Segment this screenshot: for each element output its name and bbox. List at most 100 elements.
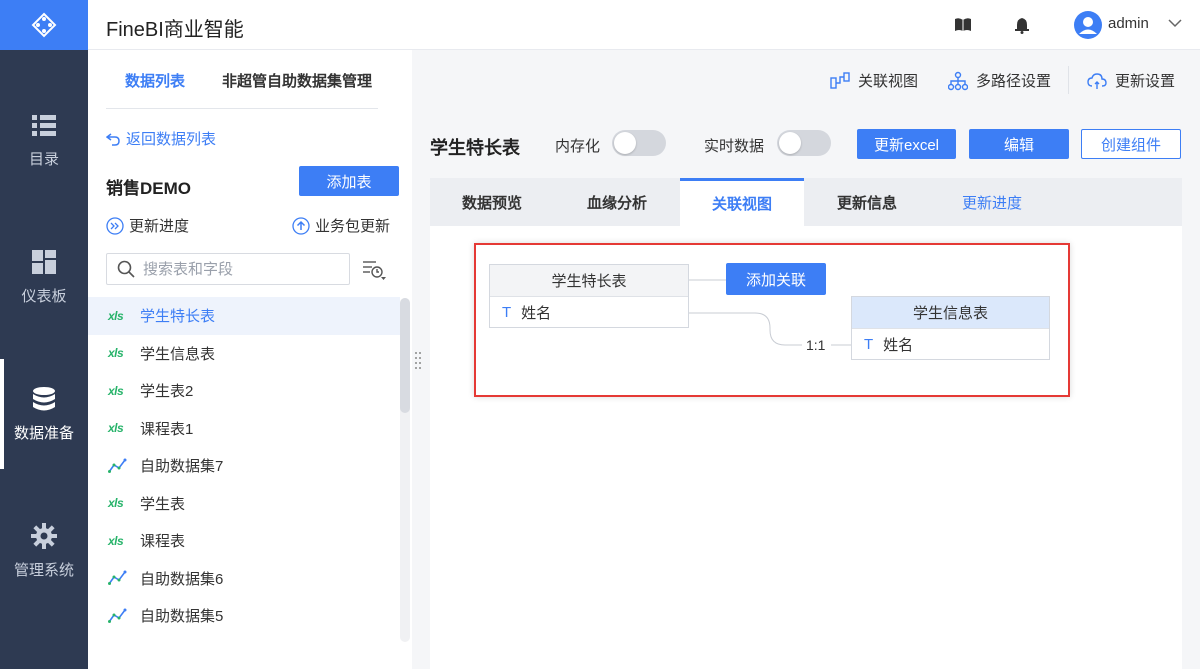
update-settings-button[interactable]: 更新设置 bbox=[1087, 70, 1175, 91]
excel-table-icon: xls bbox=[108, 421, 124, 436]
update-settings-label: 更新设置 bbox=[1115, 73, 1176, 90]
table-list: xls 学生特长表 xls 学生信息表 xls 学生表2 xls 课程表1 自助数据集7 xls 学… bbox=[88, 297, 400, 635]
right-table-name: 学生信息表 bbox=[852, 297, 1049, 329]
logo[interactable] bbox=[0, 0, 88, 50]
search-input[interactable] bbox=[143, 260, 343, 278]
excel-table-icon: xls bbox=[108, 533, 124, 548]
package-update-link[interactable]: 业务包更新 bbox=[292, 215, 390, 236]
nav-label: 仪表板 bbox=[21, 287, 67, 305]
chevron-down-icon[interactable] bbox=[1168, 18, 1182, 28]
table-name: 学生特长表 bbox=[140, 308, 216, 326]
search-icon bbox=[117, 260, 135, 278]
book-icon[interactable] bbox=[954, 16, 972, 34]
in-memory-label: 内存化 bbox=[555, 138, 601, 155]
relation-view-label: 关联视图 bbox=[858, 73, 919, 90]
table-name: 学生信息表 bbox=[140, 345, 216, 363]
self-service-dataset-icon bbox=[108, 608, 127, 623]
avatar[interactable] bbox=[1074, 11, 1102, 39]
upload-icon bbox=[292, 216, 310, 235]
table-list-item[interactable]: 自助数据集6 bbox=[88, 560, 400, 598]
list-icon bbox=[32, 114, 56, 136]
left-nav: 目录 仪表板 数据准备 管理系统 bbox=[0, 0, 88, 669]
bell-icon[interactable] bbox=[1013, 16, 1031, 34]
right-table-node[interactable]: 学生信息表 T 姓名 bbox=[851, 296, 1050, 360]
realtime-label: 实时数据 bbox=[704, 138, 765, 155]
tab-update-info[interactable]: 更新信息 bbox=[805, 178, 929, 226]
text-type-icon: T bbox=[502, 304, 512, 321]
in-memory-toggle[interactable] bbox=[612, 130, 666, 156]
nav-item-admin[interactable]: 管理系统 bbox=[0, 496, 88, 606]
table-name: 学生表 bbox=[140, 495, 186, 513]
table-title: 学生特长表 bbox=[430, 138, 520, 158]
tab-data-preview[interactable]: 数据预览 bbox=[430, 178, 554, 226]
edit-button[interactable]: 编辑 bbox=[969, 129, 1069, 159]
multipath-settings-button[interactable]: 多路径设置 bbox=[948, 70, 1051, 91]
relation-ratio[interactable]: 1:1 bbox=[806, 337, 825, 353]
realtime-toggle[interactable] bbox=[777, 130, 831, 156]
nav-label: 数据准备 bbox=[13, 424, 74, 442]
left-table-name: 学生特长表 bbox=[490, 265, 688, 297]
detail-tabs: 数据预览 血缘分析 关联视图 更新信息 更新进度 bbox=[430, 178, 1182, 226]
nav-item-catalog[interactable]: 目录 bbox=[0, 85, 88, 195]
excel-table-icon: xls bbox=[108, 308, 124, 323]
field-name: 姓名 bbox=[883, 337, 914, 354]
table-list-item[interactable]: xls 学生表2 bbox=[88, 372, 400, 410]
relation-view-button[interactable]: 关联视图 bbox=[830, 70, 918, 91]
excel-table-icon: xls bbox=[108, 383, 124, 398]
cloud-sync-icon bbox=[1087, 72, 1107, 89]
update-progress-link[interactable]: 更新进度 bbox=[106, 215, 189, 236]
table-list-item[interactable]: xls 学生表 bbox=[88, 485, 400, 523]
progress-icon bbox=[106, 216, 124, 235]
package-update-label: 业务包更新 bbox=[315, 218, 391, 235]
table-list-item[interactable]: 自助数据集5 bbox=[88, 597, 400, 635]
gear-icon bbox=[31, 522, 57, 549]
left-table-field[interactable]: T 姓名 bbox=[490, 297, 688, 328]
nav-item-data-prep[interactable]: 数据准备 bbox=[0, 359, 88, 469]
table-name: 课程表 bbox=[140, 533, 186, 551]
search-box bbox=[106, 253, 350, 285]
tab-data-list[interactable]: 数据列表 bbox=[125, 70, 185, 91]
logo-icon bbox=[31, 12, 57, 38]
tab-relation-view[interactable]: 关联视图 bbox=[680, 178, 804, 226]
divider bbox=[1068, 66, 1069, 94]
table-list-item[interactable]: xls 课程表 bbox=[88, 522, 400, 560]
add-relation-button[interactable]: 添加关联 bbox=[726, 263, 826, 295]
scrollbar[interactable] bbox=[400, 298, 410, 413]
self-service-dataset-icon bbox=[108, 458, 127, 473]
filter-sort-icon[interactable] bbox=[362, 259, 386, 281]
database-icon bbox=[33, 386, 55, 410]
table-list-item[interactable]: xls 课程表1 bbox=[88, 410, 400, 448]
dashboard-icon bbox=[32, 249, 56, 274]
add-table-button[interactable]: 添加表 bbox=[299, 166, 399, 196]
left-table-node[interactable]: 学生特长表 T 姓名 bbox=[489, 264, 689, 328]
tab-update-progress[interactable]: 更新进度 bbox=[930, 178, 1054, 226]
drag-handle-icon[interactable] bbox=[414, 350, 422, 370]
package-name: 销售DEMO bbox=[106, 179, 191, 198]
text-type-icon: T bbox=[864, 336, 874, 353]
table-list-item[interactable]: xls 学生特长表 bbox=[88, 297, 400, 335]
nav-label: 目录 bbox=[28, 150, 59, 168]
top-bar: FineBI商业智能 admin bbox=[88, 0, 1200, 50]
field-name: 姓名 bbox=[521, 305, 552, 322]
right-table-field[interactable]: T 姓名 bbox=[852, 329, 1049, 360]
app-title: FineBI商业智能 bbox=[106, 19, 244, 41]
back-to-data-list-link[interactable]: 返回数据列表 bbox=[106, 128, 216, 149]
nav-item-dashboard[interactable]: 仪表板 bbox=[0, 222, 88, 332]
back-label: 返回数据列表 bbox=[126, 131, 217, 148]
table-list-item[interactable]: xls 学生信息表 bbox=[88, 335, 400, 373]
table-name: 课程表1 bbox=[140, 420, 194, 438]
create-component-button[interactable]: 创建组件 bbox=[1081, 129, 1181, 159]
update-excel-button[interactable]: 更新excel bbox=[857, 129, 956, 159]
table-name: 自助数据集7 bbox=[140, 458, 224, 476]
back-arrow-icon bbox=[106, 132, 120, 146]
tab-lineage[interactable]: 血缘分析 bbox=[555, 178, 679, 226]
user-icon bbox=[1079, 17, 1097, 34]
tab-self-service-dataset-management[interactable]: 非超管自助数据集管理 bbox=[222, 70, 372, 91]
divider bbox=[106, 108, 378, 109]
table-list-item[interactable]: 自助数据集7 bbox=[88, 447, 400, 485]
table-name: 学生表2 bbox=[140, 383, 194, 401]
multipath-label: 多路径设置 bbox=[976, 73, 1052, 90]
nav-label: 管理系统 bbox=[13, 561, 74, 579]
username[interactable]: admin bbox=[1108, 15, 1149, 32]
table-name: 自助数据集5 bbox=[140, 608, 224, 626]
